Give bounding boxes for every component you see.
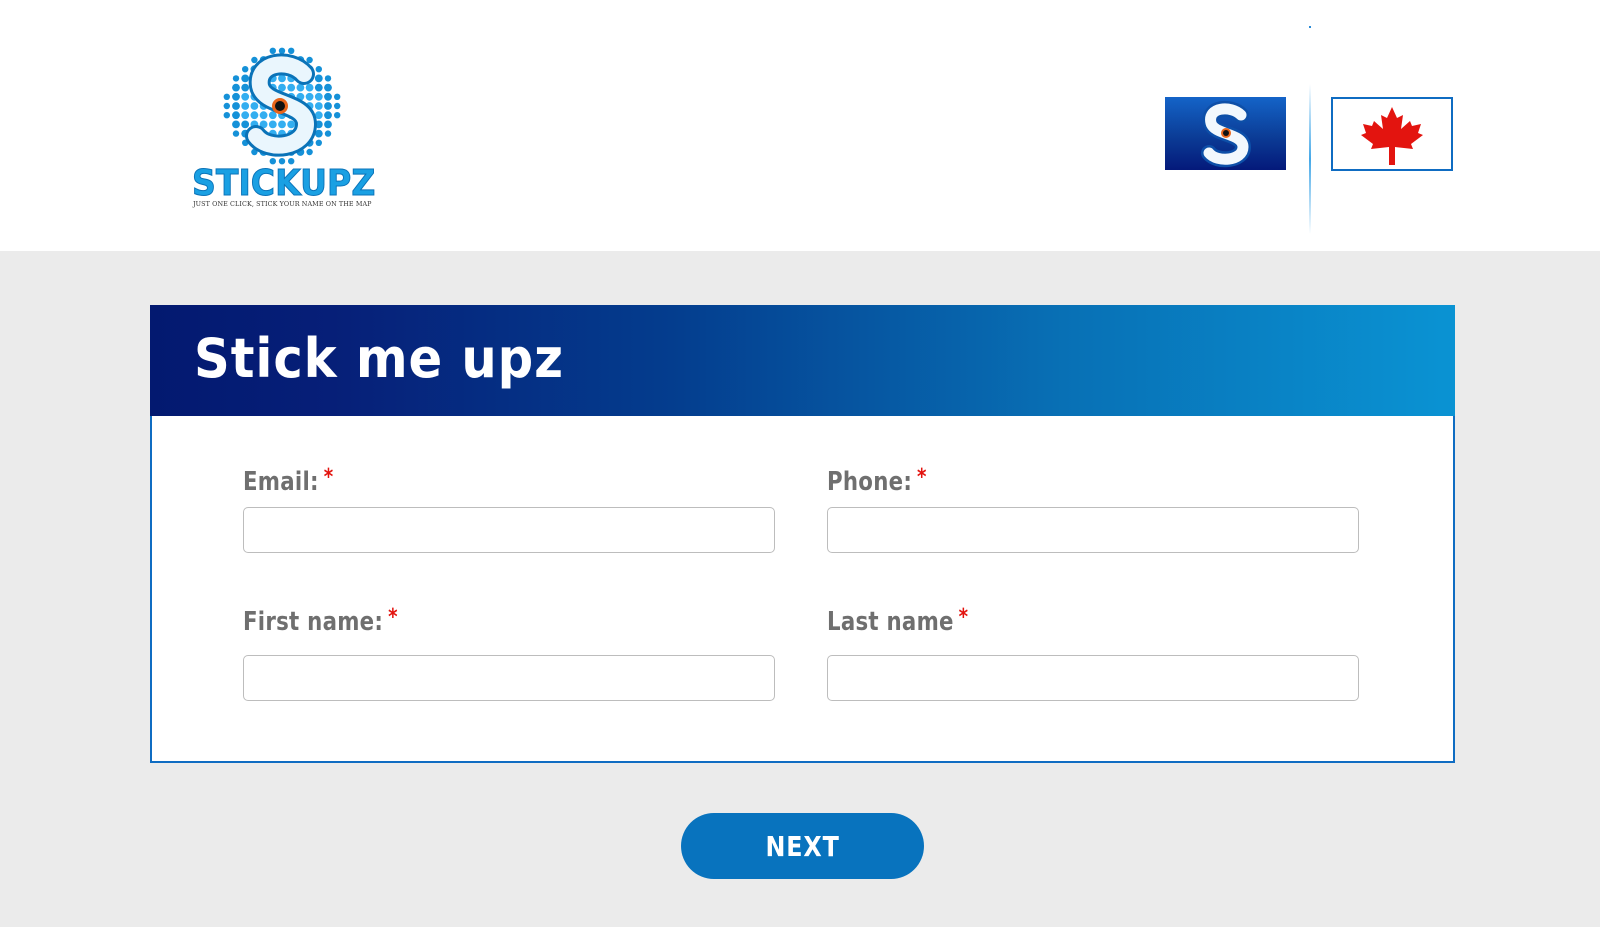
logo-dot xyxy=(250,102,259,110)
logo-dot xyxy=(278,47,286,54)
logo-dot xyxy=(324,130,332,137)
logo-dot xyxy=(268,120,277,129)
logo-dot xyxy=(314,83,323,92)
logo-dot xyxy=(241,92,250,101)
logo-wordmark: STICKUPZ xyxy=(192,163,376,204)
canada-flag-icon xyxy=(1361,107,1423,165)
logo-dot xyxy=(223,112,230,119)
stickupz-s-icon xyxy=(1201,100,1252,168)
logo-dot xyxy=(259,111,268,120)
logo-dot xyxy=(314,92,323,101)
logo-dot xyxy=(250,111,259,120)
logo-dot xyxy=(269,47,276,54)
form-banner: Stick me upz xyxy=(150,305,1455,416)
logo-dot xyxy=(232,120,240,129)
logo-dot xyxy=(287,83,296,92)
required-marker: * xyxy=(917,465,927,490)
logo-dot xyxy=(324,102,332,110)
logo-dot xyxy=(305,83,314,92)
logo-dot xyxy=(223,102,230,110)
logo-dot xyxy=(315,66,322,73)
phone-label: Phone: * xyxy=(827,465,927,497)
logo-dot xyxy=(278,120,286,129)
logo-dot xyxy=(241,102,250,110)
logo-dot xyxy=(324,83,332,92)
logo-dot xyxy=(306,148,313,156)
required-marker: * xyxy=(323,465,334,490)
header-dot xyxy=(1309,26,1311,28)
logo-dot xyxy=(287,120,296,129)
logo-dot xyxy=(315,139,322,146)
brand-tile[interactable] xyxy=(1165,97,1286,170)
email-label: Email: * xyxy=(243,465,334,497)
logo-dot xyxy=(324,111,332,120)
logo-tagline: JUST ONE CLICK, STICK YOUR NAME ON THE M… xyxy=(193,200,372,208)
logo-dot xyxy=(232,102,240,110)
stickupz-logo[interactable]: STICKUPZ JUST ONE CLICK, STICK YOUR NAME… xyxy=(190,44,380,214)
required-marker: * xyxy=(958,605,969,630)
page: STICKUPZ JUST ONE CLICK, STICK YOUR NAME… xyxy=(0,0,1600,927)
form-title: Stick me upz xyxy=(194,327,564,390)
next-button-label: NEXT xyxy=(765,829,840,863)
logo-dot xyxy=(305,92,314,101)
main-content: Stick me upz Email: * Phone: * First name:… xyxy=(0,251,1600,927)
logo-dot xyxy=(232,75,240,82)
required-marker: * xyxy=(388,605,398,630)
first-name-input[interactable] xyxy=(243,655,775,701)
logo-dot xyxy=(334,102,341,110)
logo-dot xyxy=(278,74,286,83)
signup-form: Stick me upz Email: * Phone: * First name:… xyxy=(150,305,1455,765)
logo-dot xyxy=(288,47,295,54)
logo-dot xyxy=(232,130,240,137)
header-divider xyxy=(1309,84,1311,234)
logo-dot xyxy=(314,102,323,110)
logo-dot xyxy=(223,93,230,100)
logo-dot xyxy=(241,111,250,120)
site-header: STICKUPZ JUST ONE CLICK, STICK YOUR NAME… xyxy=(0,0,1600,251)
phone-input[interactable] xyxy=(827,507,1359,553)
first-name-label: First name: * xyxy=(243,605,398,637)
last-name-label: Last name * xyxy=(827,605,969,637)
logo-dot xyxy=(242,66,249,73)
form-body: Email: * Phone: * First name: * Last name * xyxy=(150,416,1455,763)
logo-dot xyxy=(334,112,341,119)
logo-dot xyxy=(324,75,332,82)
logo-dot xyxy=(232,111,240,120)
logo-dot xyxy=(334,93,341,100)
stickupz-logo-icon xyxy=(223,47,341,165)
logo-dot xyxy=(241,74,250,83)
logo-dot xyxy=(241,120,250,129)
logo-dot xyxy=(241,83,250,92)
logo-dot xyxy=(232,83,240,92)
last-name-input[interactable] xyxy=(827,655,1359,701)
language-flag-button[interactable] xyxy=(1331,97,1453,171)
next-button[interactable]: NEXT xyxy=(681,813,924,879)
logo-dot xyxy=(251,56,258,64)
logo-dot xyxy=(324,120,332,129)
email-input[interactable] xyxy=(243,507,775,553)
logo-dot xyxy=(314,74,323,83)
logo-dot xyxy=(232,92,240,101)
logo-dot xyxy=(324,92,332,101)
